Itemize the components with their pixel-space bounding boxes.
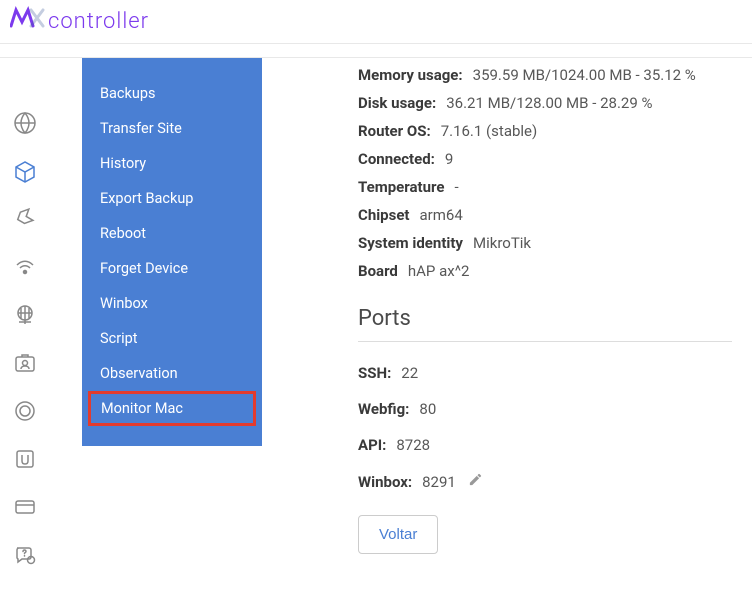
ports-title: Ports [358, 306, 732, 331]
connected-label: Connected: [358, 150, 435, 168]
sidebar-item-winbox[interactable]: Winbox [82, 286, 262, 321]
port-ssh-row: SSH: 22 [358, 364, 732, 382]
device-content: Memory usage: 359.59 MB/1024.00 MB - 35.… [262, 58, 752, 608]
sidebar-item-export-backup[interactable]: Export Backup [82, 181, 262, 216]
tag-icon[interactable] [10, 204, 40, 234]
circle-icon[interactable] [10, 396, 40, 426]
port-webfig-value: 80 [419, 400, 436, 418]
wifi-icon[interactable] [10, 252, 40, 282]
brand-logo[interactable]: controller [10, 6, 149, 37]
port-ssh-value: 22 [401, 364, 418, 382]
u-icon[interactable] [10, 444, 40, 474]
temperature-label: Temperature [358, 178, 444, 196]
port-api-value: 8728 [396, 436, 430, 454]
sidebar-item-forget-device[interactable]: Forget Device [82, 251, 262, 286]
globe-icon[interactable] [10, 108, 40, 138]
disk-usage-value: 36.21 MB/128.00 MB - 28.29 % [446, 94, 652, 112]
help-chat-icon[interactable] [10, 540, 40, 570]
temperature-row: Temperature - [358, 178, 732, 196]
router-os-row: Router OS: 7.16.1 (stable) [358, 122, 732, 140]
disk-usage-label: Disk usage: [358, 94, 436, 112]
brand-mark-icon [10, 6, 46, 37]
icon-rail [0, 58, 50, 608]
chipset-label: Chipset [358, 206, 410, 224]
port-webfig-label: Webfig: [358, 400, 409, 418]
memory-usage-label: Memory usage: [358, 66, 463, 84]
connected-row: Connected: 9 [358, 150, 732, 168]
port-winbox-label: Winbox: [358, 473, 412, 491]
board-value: hAP ax^2 [408, 262, 470, 280]
port-winbox-row: Winbox: 8291 [358, 472, 732, 491]
sidebar-item-backups[interactable]: Backups [82, 76, 262, 111]
system-identity-label: System identity [358, 234, 463, 252]
sidebar-item-monitor-mac[interactable]: Monitor Mac [88, 391, 256, 426]
brand-name: controller [48, 9, 149, 34]
chipset-value: arm64 [420, 206, 463, 224]
connected-value: 9 [445, 150, 453, 168]
pencil-icon[interactable] [468, 472, 483, 491]
sidebar-item-observation[interactable]: Observation [82, 356, 262, 391]
system-identity-row: System identity MikroTik [358, 234, 732, 252]
chipset-row: Chipset arm64 [358, 206, 732, 224]
memory-usage-row: Memory usage: 359.59 MB/1024.00 MB - 35.… [358, 66, 732, 84]
sidebar-item-transfer-site[interactable]: Transfer Site [82, 111, 262, 146]
app-header: controller [0, 0, 752, 44]
card-icon[interactable] [10, 492, 40, 522]
network-globe-icon[interactable] [10, 300, 40, 330]
port-webfig-row: Webfig: 80 [358, 400, 732, 418]
sidebar-item-script[interactable]: Script [82, 321, 262, 356]
system-identity-value: MikroTik [473, 234, 531, 252]
box-icon[interactable] [10, 156, 40, 186]
id-card-icon[interactable] [10, 348, 40, 378]
sidebar-item-history[interactable]: History [82, 146, 262, 181]
port-api-row: API: 8728 [358, 436, 732, 454]
sub-header [0, 44, 752, 58]
port-winbox-value: 8291 [422, 473, 456, 491]
back-button[interactable]: Voltar [358, 515, 438, 554]
router-os-label: Router OS: [358, 122, 431, 140]
board-label: Board [358, 262, 398, 280]
disk-usage-row: Disk usage: 36.21 MB/128.00 MB - 28.29 % [358, 94, 732, 112]
port-ssh-label: SSH: [358, 364, 391, 382]
board-row: Board hAP ax^2 [358, 262, 732, 280]
sidebar-item-reboot[interactable]: Reboot [82, 216, 262, 251]
temperature-value: - [454, 178, 458, 196]
memory-usage-value: 359.59 MB/1024.00 MB - 35.12 % [473, 66, 696, 84]
router-os-value: 7.16.1 (stable) [441, 122, 538, 140]
ports-divider [358, 341, 732, 342]
port-api-label: API: [358, 436, 386, 454]
sidebar-menu: Backups Transfer Site History Export Bac… [82, 58, 262, 446]
